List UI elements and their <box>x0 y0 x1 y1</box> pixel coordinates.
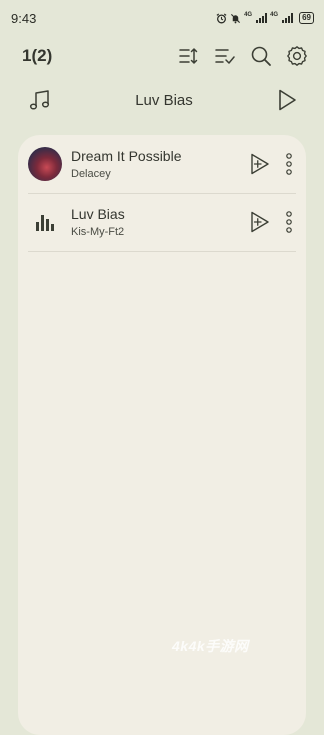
row-actions <box>250 152 296 176</box>
playlist-count-title: 1(2) <box>22 46 53 65</box>
watermark: 4k4k手游网 <box>172 638 249 654</box>
equalizer-icon <box>28 205 62 239</box>
sort-icon[interactable] <box>178 45 200 67</box>
song-list: Dream It Possible Delacey Luv Bias Kis-M… <box>18 135 306 735</box>
settings-gear-icon[interactable] <box>286 45 308 67</box>
multi-select-icon[interactable] <box>214 45 236 67</box>
status-icons: 4G 4G 69 <box>216 12 314 24</box>
search-icon[interactable] <box>250 45 272 67</box>
song-info: Luv Bias Kis-My-Ft2 <box>71 206 250 238</box>
alarm-icon <box>216 12 227 23</box>
more-options-icon[interactable] <box>286 210 292 234</box>
network-type-2: 4G <box>270 12 279 18</box>
song-row[interactable]: Dream It Possible Delacey <box>28 135 296 194</box>
now-playing-bar[interactable]: Luv Bias <box>0 82 324 118</box>
add-to-queue-icon[interactable] <box>250 210 270 234</box>
now-playing-title[interactable]: Luv Bias <box>135 92 193 109</box>
more-options-icon[interactable] <box>286 152 292 176</box>
song-title: Dream It Possible <box>71 148 182 164</box>
add-to-queue-icon[interactable] <box>250 152 270 176</box>
signal-icon-1 <box>256 13 268 23</box>
battery-indicator: 69 <box>299 12 314 24</box>
music-note-icon[interactable] <box>28 88 52 112</box>
toolbar-actions <box>178 45 308 67</box>
network-type-1: 4G <box>244 12 253 18</box>
play-icon[interactable] <box>276 88 298 112</box>
song-artist: Delacey <box>71 168 111 180</box>
row-actions <box>250 210 296 234</box>
signal-icon-2 <box>282 13 294 23</box>
album-art <box>28 147 62 181</box>
status-bar: 9:43 4G 4G 69 <box>0 0 324 36</box>
song-info: Dream It Possible Delacey <box>71 148 250 180</box>
mute-icon <box>231 13 241 23</box>
playlist-toolbar: 1(2) <box>0 38 324 74</box>
song-artist: Kis-My-Ft2 <box>71 226 125 238</box>
status-time: 9:43 <box>11 10 37 26</box>
song-row[interactable]: Luv Bias Kis-My-Ft2 <box>28 193 296 252</box>
song-title: Luv Bias <box>71 206 125 222</box>
